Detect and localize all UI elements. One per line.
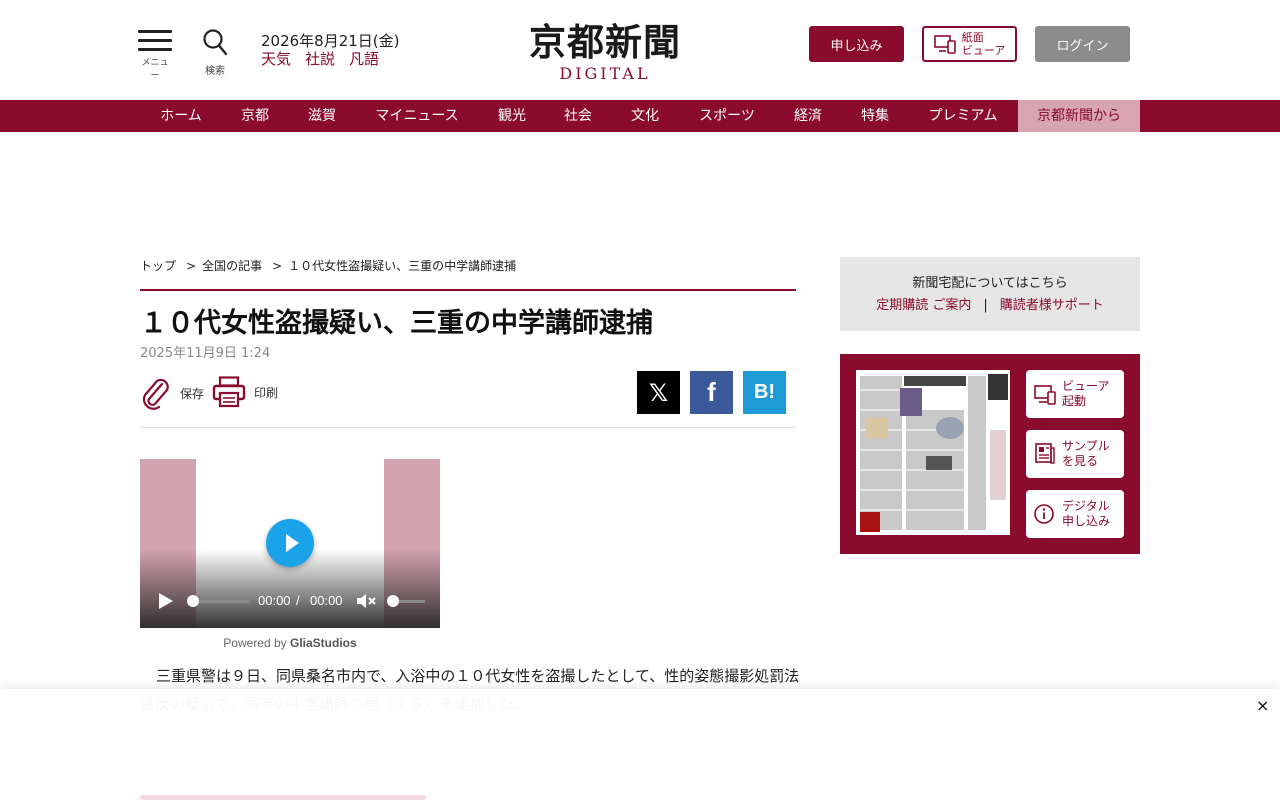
breadcrumb-top[interactable]: トップ xyxy=(140,259,176,273)
powered-brand[interactable]: GliaStudios xyxy=(290,636,357,650)
nav-features[interactable]: 特集 xyxy=(850,100,900,132)
delivery-info-box: 新聞宅配についてはこちら 定期購読 ご案内 | 購読者様サポート xyxy=(840,257,1140,331)
breadcrumb-current: １０代女性盗撮疑い、三重の中学講師逮捕 xyxy=(288,259,517,273)
editorial-link[interactable]: 社説 xyxy=(305,50,335,68)
digital-subscribe-label: デジタル 申し込み xyxy=(1062,499,1110,529)
save-label: 保存 xyxy=(180,386,205,401)
digital-subscribe-button[interactable]: デジタル 申し込み xyxy=(1026,490,1124,538)
nav-shiga[interactable]: 滋賀 xyxy=(297,100,347,132)
newspaper-thumbnail[interactable] xyxy=(856,370,1010,535)
share-x-button[interactable]: 𝕏 xyxy=(637,371,680,414)
nav-premium[interactable]: プレミアム xyxy=(917,100,1009,132)
powered-prefix: Powered by xyxy=(223,636,290,650)
subscriber-support-link[interactable]: 購読者様サポート xyxy=(1000,298,1104,313)
viewer-launch-label: ビューア 起動 xyxy=(1062,379,1110,409)
breadcrumb: トップ > 全国の記事 >１０代女性盗撮疑い、三重の中学講師逮捕 xyxy=(140,257,516,274)
newspaper-icon xyxy=(1035,443,1055,464)
bottom-ad-overlay xyxy=(0,689,1280,800)
seek-knob[interactable] xyxy=(187,595,199,607)
big-play-icon[interactable] xyxy=(266,519,314,567)
subscribe-button[interactable]: 申し込み xyxy=(809,26,904,62)
tools-divider xyxy=(140,427,796,428)
logo-digital: DIGITAL xyxy=(559,64,651,83)
sample-view-button[interactable]: サンプル を見る xyxy=(1026,430,1124,478)
bongo-link[interactable]: 凡語 xyxy=(349,50,379,68)
video-credit: Powered by GliaStudios xyxy=(140,636,440,650)
newspaper-viewer-box: ビューア 起動 サンプル を見る デジタル 申し込み xyxy=(840,354,1140,554)
article-title: １０代女性盗撮疑い、三重の中学講師逮捕 xyxy=(140,308,653,339)
nav-sightseeing[interactable]: 観光 xyxy=(487,100,537,132)
share-hatena-button[interactable]: B! xyxy=(743,371,786,414)
menu-label: メニュー xyxy=(141,58,169,81)
menu-button[interactable]: メニュー xyxy=(138,30,172,81)
subscription-guide-link[interactable]: 定期購読 ご案内 xyxy=(876,298,971,313)
info-icon xyxy=(1034,504,1054,524)
article-date: 2025年11月9日 1:24 xyxy=(140,346,271,361)
print-button[interactable]: 印刷 xyxy=(212,376,278,408)
site-logo[interactable]: 京都新聞 DIGITAL xyxy=(510,12,700,83)
breadcrumb-sep: > xyxy=(186,259,197,273)
share-facebook-button[interactable]: f xyxy=(690,371,733,414)
volume-knob[interactable] xyxy=(387,595,399,607)
time-separator: / xyxy=(296,593,300,608)
nav-home[interactable]: ホーム xyxy=(148,100,214,132)
duration: 00:00 xyxy=(310,593,343,608)
viewer-button[interactable]: 紙面 ビューア xyxy=(922,26,1017,62)
seek-bar[interactable] xyxy=(190,600,250,603)
login-button[interactable]: ログイン xyxy=(1035,26,1130,62)
delivery-links: 定期購読 ご案内 | 購読者様サポート xyxy=(840,294,1140,313)
delivery-title: 新聞宅配についてはこちら xyxy=(912,276,1068,291)
search-label: 検索 xyxy=(205,66,225,77)
sample-view-label: サンプル を見る xyxy=(1062,439,1110,469)
sample-view-line1: サンプル xyxy=(1062,439,1110,453)
main-nav: ホーム 京都 滋賀 マイニュース 観光 社会 文化 スポーツ 経済 特集 プレミ… xyxy=(0,100,1280,132)
overlay-placeholder-bar xyxy=(140,795,426,800)
hatena-logo-icon: B! xyxy=(753,381,776,403)
delivery-sep: | xyxy=(983,298,988,313)
quick-links: 天気 社説 凡語 xyxy=(261,48,393,69)
nav-sports[interactable]: スポーツ xyxy=(688,100,766,132)
viewer-label-line2: ビューア xyxy=(961,44,1006,57)
viewer-launch-line1: ビューア xyxy=(1062,379,1110,393)
newspaper-page-image xyxy=(856,370,1010,535)
print-label: 印刷 xyxy=(254,385,279,400)
video-player[interactable]: 00:00 / 00:00 xyxy=(140,459,440,628)
nav-culture[interactable]: 文化 xyxy=(620,100,670,132)
title-divider xyxy=(140,289,796,291)
printer-icon xyxy=(212,376,246,408)
facebook-logo-icon: f xyxy=(707,377,716,407)
nav-my-news[interactable]: マイニュース xyxy=(364,100,470,132)
nav-kyoto[interactable]: 京都 xyxy=(230,100,280,132)
viewer-launch-line2: 起動 xyxy=(1062,394,1087,408)
current-time: 00:00 xyxy=(258,593,291,608)
x-logo-icon: 𝕏 xyxy=(648,378,669,407)
viewer-launch-button[interactable]: ビューア 起動 xyxy=(1026,370,1124,418)
devices-icon xyxy=(1034,385,1056,405)
nav-economy[interactable]: 経済 xyxy=(783,100,833,132)
weather-link[interactable]: 天気 xyxy=(261,50,291,68)
save-button[interactable]: 保存 xyxy=(140,376,204,410)
breadcrumb-sep: > xyxy=(272,259,283,273)
nav-from-kyoto-np[interactable]: 京都新聞から xyxy=(1018,100,1140,132)
logo-kanji: 京都新聞 xyxy=(529,20,681,64)
sample-view-line2: を見る xyxy=(1062,454,1099,468)
digital-subscribe-line2: 申し込み xyxy=(1062,514,1111,528)
viewer-label-line1: 紙面 xyxy=(961,31,984,44)
mute-icon[interactable] xyxy=(356,593,376,609)
breadcrumb-national[interactable]: 全国の記事 xyxy=(202,259,262,273)
search-icon xyxy=(203,29,228,56)
viewer-label: 紙面 ビューア xyxy=(962,31,1006,57)
site-header: メニュー 検索 2026年8月21日(金) 天気 社説 凡語 京都新聞 DIGITA… xyxy=(0,0,1280,100)
paperclip-icon xyxy=(142,378,169,410)
close-icon[interactable]: × xyxy=(1256,696,1269,715)
play-icon[interactable] xyxy=(159,593,173,609)
devices-icon xyxy=(933,35,956,54)
nav-society[interactable]: 社会 xyxy=(553,100,603,132)
search-button[interactable]: 検索 xyxy=(200,28,230,77)
digital-subscribe-line1: デジタル xyxy=(1062,499,1110,513)
hamburger-icon xyxy=(138,30,172,51)
